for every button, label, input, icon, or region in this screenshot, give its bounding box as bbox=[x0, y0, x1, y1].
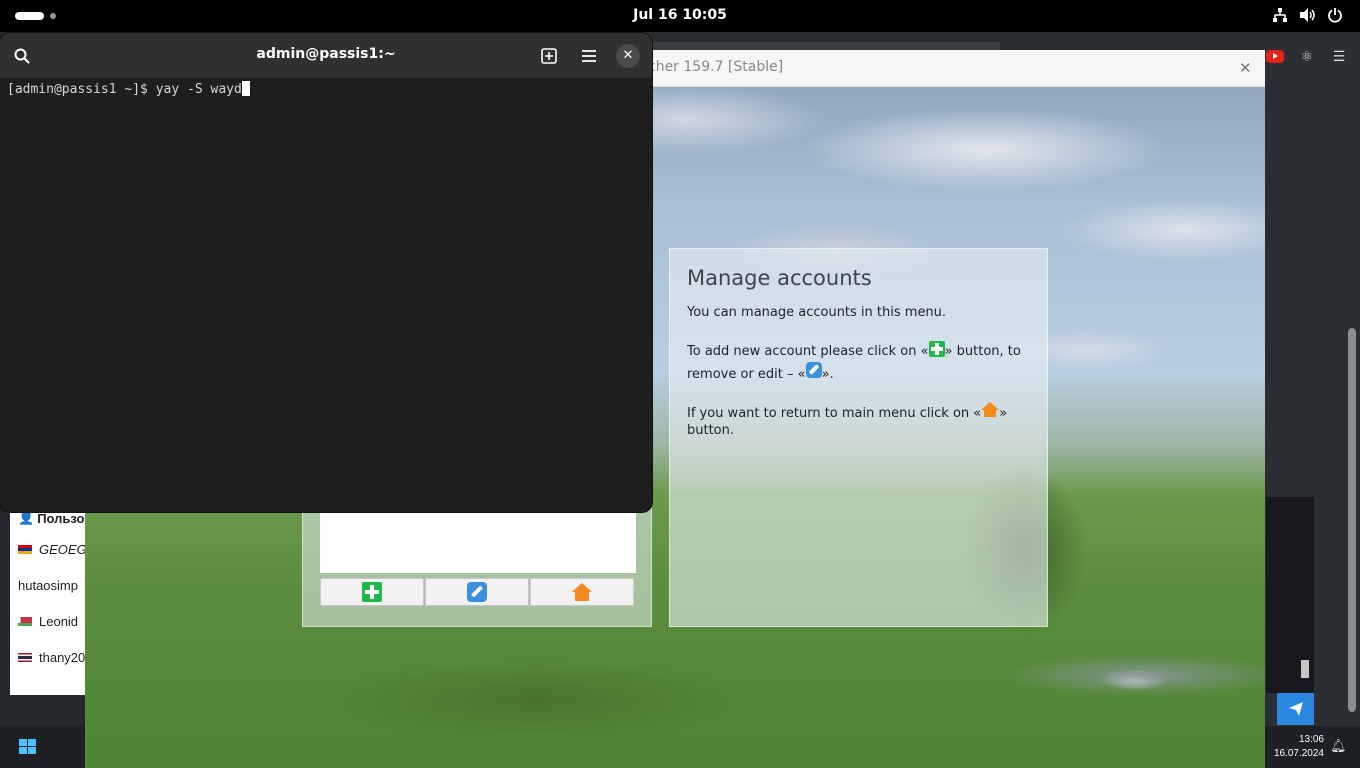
youtube-icon[interactable] bbox=[1266, 50, 1284, 63]
taskbar-date: 16.07.2024 bbox=[1273, 748, 1324, 759]
volume-icon[interactable] bbox=[1299, 7, 1317, 25]
thailand-flag-icon bbox=[18, 652, 32, 662]
close-icon[interactable]: ✕ bbox=[616, 44, 640, 68]
text-cursor bbox=[241, 81, 250, 96]
gnome-top-bar: Jul 16 10:05 bbox=[0, 0, 1360, 32]
new-tab-icon[interactable] bbox=[537, 44, 561, 68]
list-item[interactable]: hutaosimp bbox=[10, 567, 89, 603]
taskbar-time: 13:06 bbox=[1298, 734, 1324, 745]
list-item[interactable]: Leonid bbox=[10, 603, 89, 639]
pencil-icon bbox=[805, 362, 822, 378]
send-button[interactable] bbox=[1277, 693, 1314, 725]
browser-tab-strip bbox=[640, 42, 1000, 50]
armenia-flag-icon bbox=[18, 544, 32, 554]
launcher-close-icon[interactable]: ✕ bbox=[1239, 59, 1252, 77]
belarus-flag-icon bbox=[18, 616, 32, 626]
add-account-button[interactable] bbox=[320, 578, 424, 606]
plus-icon bbox=[362, 582, 382, 602]
home-icon bbox=[571, 583, 593, 601]
shell-prompt: [admin@passis1 ~]$ bbox=[7, 82, 156, 97]
network-icon[interactable] bbox=[1271, 7, 1289, 25]
windows-start-icon[interactable] bbox=[19, 739, 37, 755]
power-icon[interactable] bbox=[1326, 7, 1344, 25]
hamburger-menu-icon[interactable] bbox=[577, 44, 601, 68]
help-panel: Manage accounts You can manage accounts … bbox=[669, 248, 1048, 627]
plus-icon bbox=[928, 341, 945, 357]
typed-command: yay -S wayd bbox=[155, 82, 242, 97]
terminal-window[interactable]: admin@passis1:~ ✕ [admin@passis1 ~]$ yay… bbox=[0, 33, 652, 512]
home-icon bbox=[981, 402, 1000, 417]
pencil-icon bbox=[467, 582, 487, 602]
search-icon[interactable] bbox=[10, 44, 34, 68]
terminal-title: admin@passis1:~ bbox=[256, 46, 396, 62]
terminal-headerbar: admin@passis1:~ ✕ bbox=[0, 33, 652, 78]
help-title: Manage accounts bbox=[687, 266, 872, 290]
list-item[interactable]: thany20 bbox=[10, 639, 89, 675]
launcher-title: cher 159.7 [Stable] bbox=[648, 59, 784, 75]
taskbar-clock[interactable]: 13:06 16.07.2024 bbox=[1266, 733, 1324, 761]
help-text-add-edit: To add new account please click on «» bu… bbox=[687, 341, 1032, 385]
send-icon bbox=[1288, 702, 1303, 716]
notification-bell-icon[interactable]: 🔔︎ bbox=[1330, 740, 1347, 754]
page-scrollbar[interactable] bbox=[1348, 328, 1356, 712]
list-item[interactable]: GEOEG bbox=[10, 531, 89, 567]
chat-user-list: 👤 Пользо GEOEG hutaosimp Leonid thany20 bbox=[10, 505, 90, 695]
top-bar-clock[interactable]: Jul 16 10:05 bbox=[600, 7, 760, 23]
chat-scrollbar-thumb[interactable] bbox=[1301, 660, 1309, 678]
terminal-output[interactable]: [admin@passis1 ~]$ yay -S wayd bbox=[7, 81, 250, 97]
browser-menu-icon[interactable]: ☰ bbox=[1329, 47, 1349, 67]
edit-account-button[interactable] bbox=[425, 578, 529, 606]
help-text-home: If you want to return to main menu click… bbox=[687, 402, 1032, 439]
activities-indicator[interactable] bbox=[15, 12, 44, 20]
home-button[interactable] bbox=[530, 578, 634, 606]
react-devtools-icon[interactable]: ⚛ bbox=[1297, 47, 1317, 67]
accounts-list[interactable] bbox=[320, 507, 636, 573]
workspace-dot[interactable] bbox=[50, 13, 56, 19]
help-text-intro: You can manage accounts in this menu. bbox=[687, 305, 947, 320]
user-icon: 👤 bbox=[18, 510, 35, 525]
